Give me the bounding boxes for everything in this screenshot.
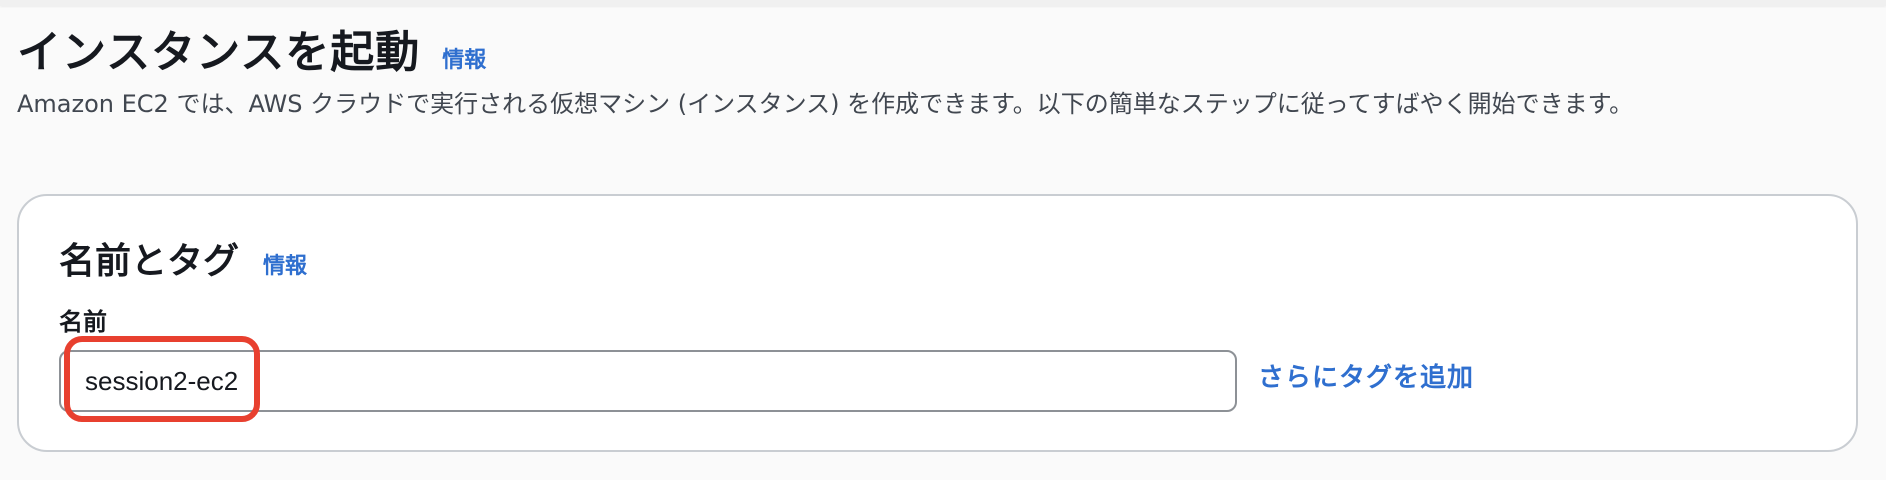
name-and-tags-header: 名前とタグ 情報 <box>59 232 307 284</box>
page-info-link[interactable]: 情報 <box>442 42 486 74</box>
name-and-tags-title: 名前とタグ <box>59 241 240 282</box>
name-and-tags-panel: 名前とタグ 情報 名前 さらにタグを追加 <box>17 194 1858 452</box>
name-field-label: 名前 <box>59 308 107 336</box>
name-and-tags-info-link[interactable]: 情報 <box>263 248 307 280</box>
page-description: Amazon EC2 では、AWS クラウドで実行される仮想マシン (インスタン… <box>17 90 1634 118</box>
add-more-tags-link[interactable]: さらにタグを追加 <box>1258 357 1474 394</box>
instance-name-input[interactable] <box>59 350 1237 412</box>
page-title: インスタンスを起動 <box>17 27 421 78</box>
page-header: インスタンスを起動 情報 <box>17 16 486 80</box>
top-bar-shadow <box>0 0 1886 6</box>
